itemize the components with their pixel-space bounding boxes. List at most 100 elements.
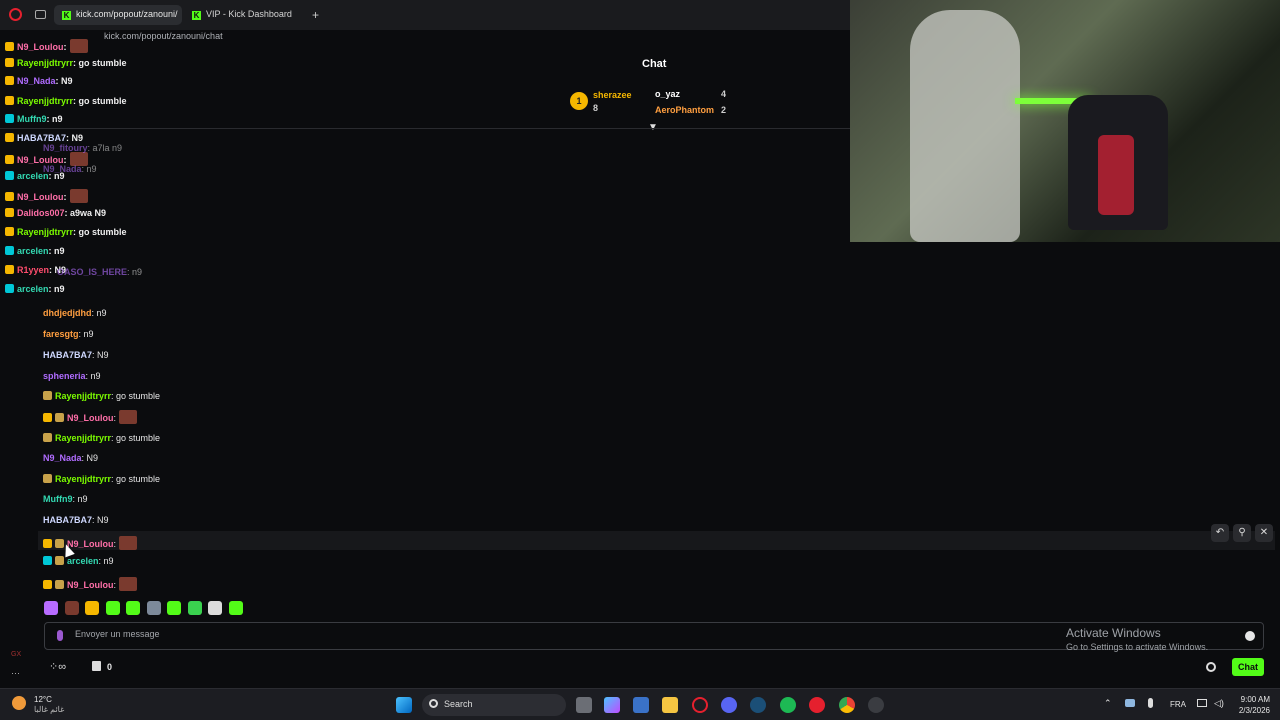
emote-icon[interactable]: [146, 601, 161, 615]
list-item[interactable]: Rayenjjdtryrr: go stumble: [5, 58, 127, 68]
username[interactable]: Rayenjjdtryrr: [55, 391, 111, 401]
username[interactable]: Rayenjjdtryrr: [17, 96, 73, 106]
tray-chevron-icon[interactable]: ⌃: [1104, 698, 1112, 709]
username[interactable]: arcelen: [17, 284, 49, 294]
steam-icon[interactable]: [750, 697, 766, 713]
opera-gx-icon[interactable]: [692, 697, 708, 713]
address-bar[interactable]: kick.com/popout/zanouni/chat: [104, 31, 223, 41]
username[interactable]: N9_Loulou: [17, 192, 64, 202]
reply-icon[interactable]: ↶: [1211, 524, 1229, 542]
username[interactable]: N9_Nada: [43, 453, 82, 463]
list-item[interactable]: Muffn9: n9: [5, 114, 63, 124]
discord-icon[interactable]: [721, 697, 737, 713]
emote-icon[interactable]: [105, 601, 120, 615]
chat-message[interactable]: Muffn9: n9: [43, 494, 88, 504]
username[interactable]: Rayenjjdtryrr: [55, 474, 111, 484]
list-item[interactable]: Rayenjjdtryrr: go stumble: [5, 227, 127, 237]
username[interactable]: Muffn9: [43, 494, 73, 504]
username[interactable]: HABA7BA7: [17, 133, 66, 143]
store-icon[interactable]: [633, 697, 649, 713]
gift-icon[interactable]: [92, 661, 101, 671]
list-item[interactable]: arcelen: n9: [5, 284, 65, 294]
taskbar-search[interactable]: Search: [422, 694, 566, 716]
list-item[interactable]: N9_Nada: N9: [5, 76, 73, 86]
microphone-tray-icon[interactable]: [1148, 698, 1153, 708]
chat-message[interactable]: HABA7BA7: N9: [43, 350, 109, 360]
chat-message[interactable]: Rayenjjdtryrr: go stumble: [43, 433, 160, 443]
chat-message[interactable]: HABA7BA7: N9: [43, 515, 109, 525]
tab-kick-dashboard[interactable]: K VIP - Kick Dashboard: [184, 5, 312, 25]
chat-message[interactable]: N9_Loulou:: [43, 410, 138, 424]
username[interactable]: HABA7BA7: [43, 515, 92, 525]
emote-icon[interactable]: [126, 601, 141, 615]
gear-icon[interactable]: [1206, 662, 1216, 672]
emote-icon[interactable]: [228, 601, 243, 615]
clock[interactable]: 9:00 AM 2/3/2026: [1239, 694, 1270, 716]
emote-icon[interactable]: [44, 601, 58, 615]
username[interactable]: N9_Nada: [17, 76, 56, 86]
chat-message[interactable]: N9_Nada: N9: [43, 453, 98, 463]
username[interactable]: Rayenjjdtryrr: [17, 58, 73, 68]
message-input[interactable]: [75, 629, 875, 639]
chat-message[interactable]: faresgtg: n9: [43, 329, 94, 339]
username[interactable]: N9_Loulou: [67, 580, 114, 590]
spotify-icon[interactable]: [780, 697, 796, 713]
pin-icon[interactable]: ⚲: [1233, 524, 1251, 542]
chat-message[interactable]: N9_Loulou:: [43, 536, 138, 550]
points-infinity-icon[interactable]: ⁘∞: [49, 660, 66, 673]
leader-name[interactable]: o_yaz: [655, 89, 680, 99]
volume-tray-icon[interactable]: ◁): [1214, 698, 1224, 709]
task-view-icon[interactable]: [576, 697, 592, 713]
windows-start-icon[interactable]: [396, 697, 412, 713]
username[interactable]: arcelen: [67, 556, 99, 566]
username[interactable]: HABA7BA7: [43, 350, 92, 360]
opera-logo-icon[interactable]: [9, 8, 22, 21]
new-tab-button[interactable]: +: [312, 8, 319, 22]
language-indicator[interactable]: FRA: [1170, 700, 1186, 709]
list-item[interactable]: Dalidos007: a9wa N9: [5, 208, 106, 218]
weather-icon[interactable]: [12, 696, 26, 710]
chat-message[interactable]: arcelen: n9: [43, 556, 114, 566]
leader-name[interactable]: AeroPhantom: [655, 105, 714, 115]
app-icon[interactable]: [868, 697, 884, 713]
chat-message[interactable]: spheneria: n9: [43, 371, 101, 381]
tab-kick-popout[interactable]: Kkick.com/popout/zanouni/: [54, 5, 182, 25]
emoji-icon[interactable]: [1245, 631, 1255, 641]
chrome-icon[interactable]: [839, 697, 855, 713]
chat-message[interactable]: dhdjedjdhd: n9: [43, 308, 107, 318]
display-tray-icon[interactable]: [1197, 699, 1207, 707]
username[interactable]: spheneria: [43, 371, 86, 381]
file-explorer-icon[interactable]: [662, 697, 678, 713]
list-item[interactable]: N9_Loulou:: [5, 189, 88, 203]
list-item[interactable]: N9_Loulou:: [5, 39, 88, 53]
more-icon[interactable]: ···: [11, 668, 20, 678]
chat-message[interactable]: N9_Loulou:: [43, 577, 138, 591]
emote-icon[interactable]: [208, 601, 223, 615]
chat-message[interactable]: Rayenjjdtryrr: go stumble: [43, 391, 160, 401]
chat-send-button[interactable]: Chat: [1232, 658, 1264, 676]
username[interactable]: Muffn9: [17, 114, 47, 124]
chat-message[interactable]: Rayenjjdtryrr: go stumble: [43, 474, 160, 484]
emote-icon[interactable]: [187, 601, 202, 615]
emote-icon[interactable]: [167, 601, 182, 615]
copilot-icon[interactable]: [604, 697, 620, 713]
username[interactable]: dhdjedjdhd: [43, 308, 92, 318]
delete-icon[interactable]: ✕: [1255, 524, 1273, 542]
network-tray-icon[interactable]: [1125, 699, 1135, 707]
emote-icon[interactable]: [64, 601, 79, 615]
list-item[interactable]: HABA7BA7: N9: [5, 133, 83, 143]
username[interactable]: Rayenjjdtryrr: [17, 227, 73, 237]
username[interactable]: Rayenjjdtryrr: [55, 433, 111, 443]
username[interactable]: N9_Loulou: [17, 42, 64, 52]
leaderboard-first[interactable]: 1: [570, 92, 588, 110]
username[interactable]: faresgtg: [43, 329, 79, 339]
username[interactable]: Dalidos007: [17, 208, 65, 218]
list-item[interactable]: arcelen: n9: [5, 246, 65, 256]
username[interactable]: N9_Loulou: [67, 539, 114, 549]
list-item[interactable]: Rayenjjdtryrr: go stumble: [5, 96, 127, 106]
app-icon[interactable]: [809, 697, 825, 713]
leader-name[interactable]: sherazee: [593, 90, 632, 100]
emote-icon[interactable]: [85, 601, 100, 615]
microphone-icon[interactable]: [57, 630, 63, 641]
username[interactable]: R1yyen: [17, 265, 49, 275]
